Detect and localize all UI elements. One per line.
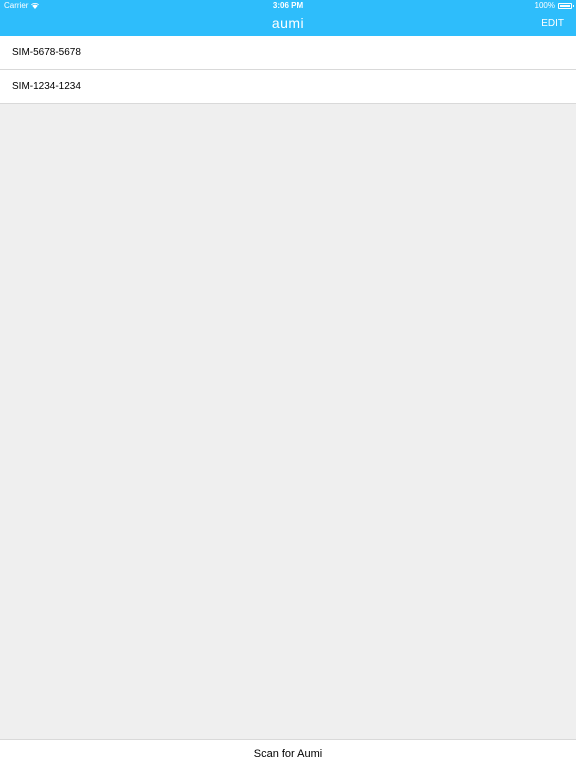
device-list: SIM-5678-5678 SIM-1234-1234 xyxy=(0,36,576,104)
app-screen: Carrier 3:06 PM 100% aumi EDIT SIM-5678-… xyxy=(0,0,576,768)
battery-icon xyxy=(558,3,574,9)
list-item-label: SIM-5678-5678 xyxy=(12,47,81,58)
list-item[interactable]: SIM-1234-1234 xyxy=(0,70,576,104)
bottom-toolbar: Scan for Aumi xyxy=(0,739,576,768)
status-time: 3:06 PM xyxy=(272,1,304,10)
list-item-label: SIM-1234-1234 xyxy=(12,81,81,92)
list-item[interactable]: SIM-5678-5678 xyxy=(0,36,576,70)
nav-bar: aumi EDIT xyxy=(0,12,576,36)
scan-button[interactable]: Scan for Aumi xyxy=(254,748,322,760)
edit-button[interactable]: EDIT xyxy=(541,12,564,36)
battery-percent: 100% xyxy=(534,1,555,10)
status-bar: Carrier 3:06 PM 100% xyxy=(0,0,576,12)
status-right: 100% xyxy=(534,0,574,12)
app-logo: aumi xyxy=(271,15,305,31)
